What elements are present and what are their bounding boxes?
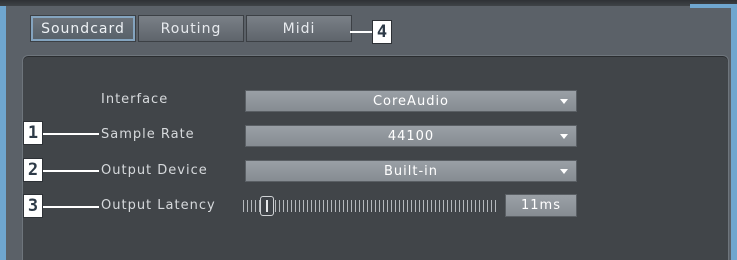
callout-4-leader <box>350 31 372 33</box>
slider-handle[interactable] <box>260 196 274 216</box>
callout-3-leader <box>43 206 99 208</box>
callout-4: 4 <box>372 20 392 44</box>
interface-value: CoreAudio <box>372 93 450 109</box>
callout-3: 3 <box>23 194 43 218</box>
chevron-down-icon <box>560 169 568 174</box>
sample-rate-dropdown[interactable]: 44100 <box>245 125 577 147</box>
chevron-down-icon <box>560 134 568 139</box>
output-device-label: Output Device <box>101 163 208 178</box>
output-device-value: Built-in <box>383 163 439 179</box>
sample-rate-label: Sample Rate <box>101 127 195 142</box>
interface-dropdown[interactable]: CoreAudio <box>245 90 577 112</box>
output-device-dropdown[interactable]: Built-in <box>245 160 577 182</box>
slider-track <box>243 200 498 212</box>
tab-bar: Soundcard Routing Midi <box>30 15 352 42</box>
output-latency-slider[interactable] <box>243 196 498 216</box>
sample-rate-value: 44100 <box>387 128 435 144</box>
tab-midi[interactable]: Midi <box>246 15 352 42</box>
callout-1: 1 <box>23 121 43 145</box>
frame-accent <box>690 4 737 8</box>
callout-1-leader <box>43 133 99 135</box>
interface-label: Interface <box>101 92 169 107</box>
output-latency-label: Output Latency <box>101 198 216 213</box>
callout-2-leader <box>43 170 99 172</box>
callout-2: 2 <box>23 158 43 182</box>
chevron-down-icon <box>560 99 568 104</box>
settings-panel <box>22 55 729 260</box>
output-latency-value: 11ms <box>505 194 577 217</box>
tab-soundcard[interactable]: Soundcard <box>30 15 136 42</box>
tab-routing[interactable]: Routing <box>138 15 244 42</box>
